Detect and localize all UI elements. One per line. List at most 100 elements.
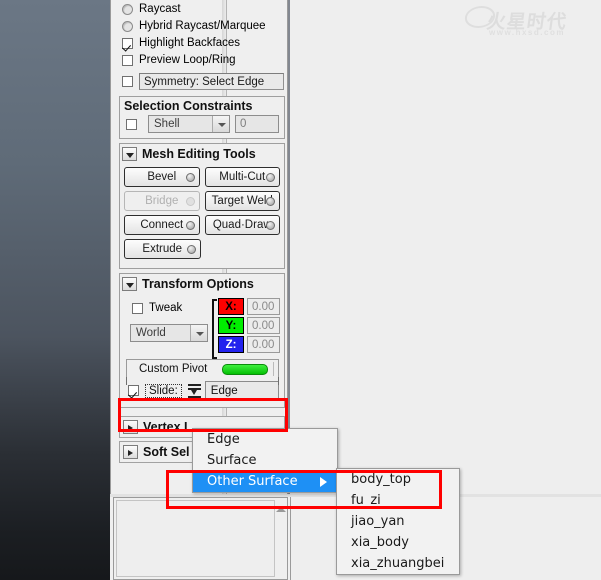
extrude-button[interactable]: Extrude (124, 239, 201, 259)
slide-label: Slide: (145, 383, 182, 398)
menu-item-fu-zi[interactable]: fu_zi (337, 490, 459, 511)
chevron-down-icon[interactable] (122, 147, 137, 161)
option-row-preview-loop-ring[interactable]: Preview Loop/Ring (117, 52, 288, 69)
menu-item-label: Surface (207, 453, 257, 468)
menu-item-label: Edge (207, 432, 240, 447)
menu-item-xia-body[interactable]: xia_body (337, 532, 459, 553)
section-label: Vertex L (143, 420, 192, 434)
options-icon[interactable] (266, 173, 275, 182)
options-icon[interactable] (185, 221, 195, 230)
modeling-toolkit-panel: Raycast Hybrid Raycast/Marquee Highlight… (110, 0, 288, 497)
transform-options-header[interactable]: Transform Options (120, 274, 284, 294)
chevron-down-icon[interactable] (190, 325, 207, 341)
bottom-panel-content (116, 500, 275, 577)
slide-dropdown-menu[interactable]: Edge Surface Other Surface (192, 428, 338, 493)
mesh-tool-buttons: Bevel Multi-Cut Bridge Target Weld Conne… (120, 164, 284, 268)
constraint-value-field[interactable]: 0 (235, 115, 279, 133)
menu-item-label: xia_body (351, 535, 409, 550)
menu-item-label: body_top (351, 472, 411, 487)
tweak-row[interactable]: Tweak (124, 298, 212, 318)
chevron-right-icon[interactable] (123, 420, 138, 434)
mesh-editing-tools-group: Mesh Editing Tools Bevel Multi-Cut Bridg… (119, 143, 285, 269)
menu-item-edge[interactable]: Edge (193, 429, 337, 450)
menu-item-label: fu_zi (351, 493, 381, 508)
option-label: Hybrid Raycast/Marquee (139, 20, 266, 32)
custom-pivot-label: Custom Pivot (139, 362, 208, 375)
bevel-button[interactable]: Bevel (124, 167, 200, 187)
axis-bracket (212, 299, 217, 359)
menu-item-other-surface[interactable]: Other Surface (193, 471, 337, 492)
bridge-button: Bridge (124, 191, 200, 211)
target-weld-button[interactable]: Target Weld (204, 191, 280, 211)
constraint-mode-dropdown[interactable]: Shell (148, 115, 230, 133)
constraints-enable-checkbox[interactable] (126, 118, 137, 130)
options-icon (185, 197, 195, 206)
slide-row-container: Slide: Edge (126, 377, 279, 407)
checkbox-icon[interactable] (122, 55, 133, 66)
chevron-right-icon[interactable] (123, 445, 138, 459)
menu-item-xia-zhuangbei[interactable]: xia_zhuangbei (337, 553, 459, 574)
transform-options-group: Transform Options Tweak World X: 0.00 Y:… (119, 273, 285, 408)
radio-icon[interactable] (122, 4, 133, 15)
options-icon[interactable] (266, 221, 275, 230)
option-row-highlight-backfaces[interactable]: Highlight Backfaces (117, 35, 288, 52)
button-label: Target Weld (211, 195, 273, 207)
axis-value-z[interactable]: 0.00 (247, 336, 280, 353)
dropdown-value: Shell (154, 118, 180, 130)
quad-draw-button[interactable]: Quad·Draw (204, 215, 280, 235)
viewport-3d[interactable] (0, 0, 110, 580)
axis-label-z: Z: (218, 336, 244, 353)
axis-row-z[interactable]: Z: 0.00 (218, 336, 280, 353)
checkbox-icon[interactable] (122, 38, 133, 49)
multi-cut-button[interactable]: Multi-Cut (204, 167, 280, 187)
dropdown-value: World (136, 327, 166, 339)
checkbox-icon[interactable] (132, 302, 143, 314)
options-icon[interactable] (186, 245, 196, 254)
mesh-editing-tools-header[interactable]: Mesh Editing Tools (120, 144, 284, 164)
option-row-raycast[interactable]: Raycast (117, 1, 288, 18)
axis-label-x: X: (218, 298, 244, 315)
slide-mode-icon[interactable] (187, 383, 201, 399)
axis-value-x[interactable]: 0.00 (247, 298, 280, 315)
chevron-down-icon[interactable] (212, 116, 229, 132)
button-label: Multi-Cut (219, 171, 266, 183)
slide-checkbox[interactable] (128, 385, 139, 396)
options-icon[interactable] (266, 197, 275, 206)
checkbox-icon[interactable] (122, 76, 133, 87)
group-title: Mesh Editing Tools (142, 147, 256, 161)
menu-item-body-top[interactable]: body_top (337, 469, 459, 490)
button-label: Bevel (147, 171, 177, 183)
axis-row-x[interactable]: X: 0.00 (218, 298, 280, 315)
menu-item-label: jiao_yan (351, 514, 405, 529)
button-label: Connect (140, 219, 184, 231)
connect-button[interactable]: Connect (124, 215, 200, 235)
custom-pivot-row[interactable]: Custom Pivot (126, 359, 279, 377)
menu-item-jiao-yan[interactable]: jiao_yan (337, 511, 459, 532)
menu-item-label: xia_zhuangbei (351, 556, 445, 571)
option-label: Preview Loop/Ring (139, 54, 236, 66)
bottom-left-panel[interactable] (113, 497, 288, 580)
axis-value-y[interactable]: 0.00 (247, 317, 280, 334)
section-label: Soft Sel (143, 445, 190, 459)
axis-label-y: Y: (218, 317, 244, 334)
right-editor-pane[interactable] (288, 0, 601, 497)
symmetry-row[interactable]: Symmetry: Select Edge (117, 71, 288, 92)
transform-space-dropdown[interactable]: World (130, 324, 208, 342)
button-label: Bridge (145, 195, 179, 207)
menu-item-label: Other Surface (207, 474, 298, 489)
bottom-panel-scrollbar[interactable] (275, 499, 286, 578)
symmetry-field[interactable]: Symmetry: Select Edge (139, 73, 284, 90)
options-icon[interactable] (185, 173, 195, 182)
button-label: Extrude (142, 243, 183, 255)
chevron-down-icon[interactable] (122, 277, 137, 291)
group-title: Selection Constraints (124, 99, 253, 113)
radio-icon[interactable] (122, 21, 133, 32)
button-label: Quad·Draw (212, 219, 272, 231)
menu-item-surface[interactable]: Surface (193, 450, 337, 471)
tweak-label: Tweak (149, 301, 183, 314)
axis-row-y[interactable]: Y: 0.00 (218, 317, 280, 334)
custom-pivot-indicator[interactable] (222, 364, 268, 375)
other-surface-submenu[interactable]: body_top fu_zi jiao_yan xia_body xia_zhu… (336, 468, 460, 575)
option-row-hybrid-raycast-marquee[interactable]: Hybrid Raycast/Marquee (117, 18, 288, 35)
scroll-up-icon[interactable] (276, 507, 286, 512)
